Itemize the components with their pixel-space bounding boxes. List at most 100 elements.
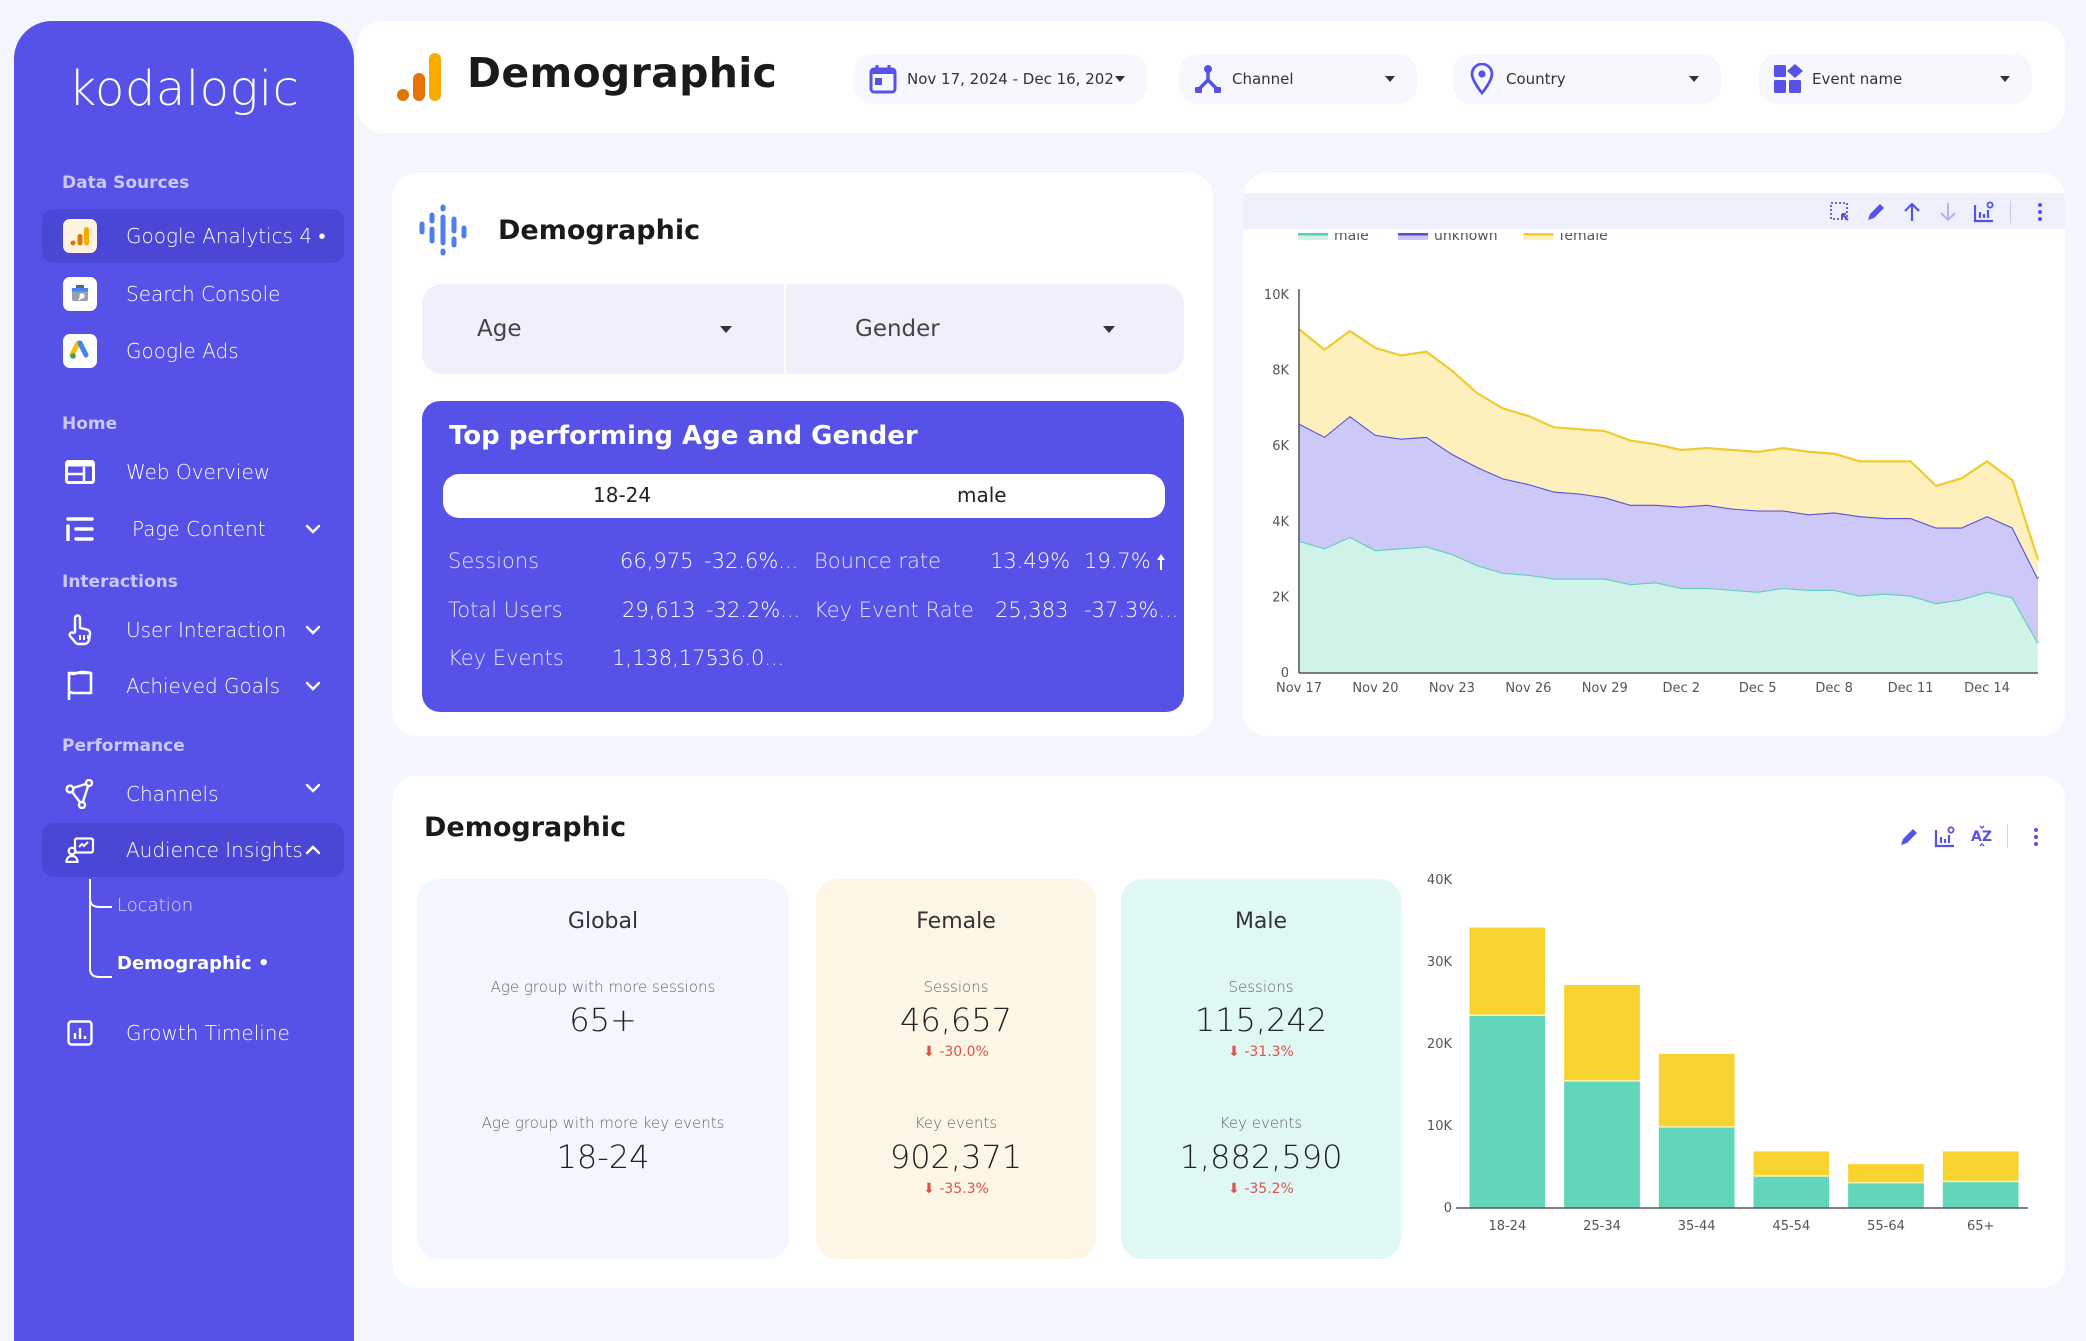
sidebar-item-user-interaction[interactable]: User Interaction	[42, 603, 344, 657]
sidebar-item-achieved-goals[interactable]: Achieved Goals	[42, 659, 344, 713]
chevron-up-icon[interactable]	[302, 839, 324, 861]
podcast-waveform-icon	[419, 204, 467, 256]
sidebar-subitem-location[interactable]: Location	[117, 895, 193, 916]
logo[interactable]: kodalogic	[14, 61, 354, 117]
y-tick-label: 0	[1444, 1201, 1452, 1216]
select-area-icon[interactable]	[1829, 201, 1851, 223]
legend-item-male: male	[1298, 233, 1369, 244]
metric-label: Bounce rate	[814, 549, 942, 573]
age-stacked-bar-chart: 0 10K 20K 30K 40K 18-24 25-34 35-44 45-54 55-64 65…	[1427, 873, 2028, 1234]
legend-label: unknown	[1434, 233, 1498, 244]
female-stats-box: Female Sessions 46,657 ⬇ -30.0% Key even…	[816, 879, 1096, 1259]
bar-female	[1469, 927, 1546, 1016]
chevron-down-icon[interactable]	[302, 777, 324, 799]
metric-value: 25,383	[995, 598, 1069, 622]
bar-male	[1848, 1182, 1924, 1208]
caret-down-icon	[720, 325, 732, 333]
sidebar-item-growth-timeline[interactable]: Growth Timeline	[42, 1006, 344, 1060]
top-performing-panel: Top performing Age and Gender 18-24 male…	[422, 401, 1184, 712]
x-tick-label: Nov 29	[1582, 681, 1628, 696]
male-stats-box: Male Sessions 115,242 ⬇ -31.3% Key event…	[1121, 879, 1401, 1259]
age-dropdown[interactable]: Age	[422, 284, 784, 374]
chevron-down-icon[interactable]	[302, 619, 324, 641]
country-filter-label: Country	[1506, 70, 1566, 88]
caret-down-icon	[1689, 76, 1699, 82]
sidebar-item-web-overview[interactable]: Web Overview	[42, 445, 344, 499]
google-ads-icon	[62, 333, 98, 369]
date-range-filter[interactable]: Nov 17, 2024 - Dec 16, 202	[854, 54, 1147, 104]
more-vertical-icon[interactable]	[2029, 201, 2051, 223]
demographic-breakdown-card: Demographic AZ Global Age group with mor…	[392, 776, 2065, 1288]
metric-label: Sessions	[448, 549, 540, 573]
chevron-down-icon[interactable]	[302, 675, 324, 697]
sidebar-item-label: Page Content	[132, 517, 266, 541]
section-label-home: Home	[62, 414, 118, 434]
sessions-trend-card: male unknown female 0 2K 4K 6K 8K 10K Nov 17 Nov 2…	[1243, 173, 2065, 736]
gender-dropdown-label: Gender	[855, 316, 940, 342]
delta-value: -35.3%	[939, 1181, 989, 1197]
channel-filter[interactable]: Channel	[1179, 54, 1417, 104]
y-tick-label: 2K	[1272, 590, 1289, 605]
legend-item-unknown: unknown	[1398, 233, 1498, 244]
arrow-down-icon: ⬇	[1228, 1044, 1245, 1060]
sidebar-item-label: Google Analytics 4 •	[126, 223, 326, 248]
sidebar-item-channels[interactable]: Channels	[42, 767, 344, 821]
sort-az-icon[interactable]: AZ	[1970, 824, 1994, 848]
header: Demographic Nov 17, 2024 - Dec 16, 202 C…	[357, 21, 2065, 133]
sessions-age-value: 65+	[569, 1001, 637, 1039]
chart-settings-icon[interactable]	[1973, 201, 1995, 223]
y-tick-label: 0	[1281, 666, 1289, 681]
delta-value: -30.0%	[939, 1044, 989, 1060]
chevron-down-icon[interactable]	[302, 518, 324, 540]
channel-icon	[1191, 62, 1225, 96]
y-tick-label: 10K	[1264, 288, 1290, 303]
legend-label: female	[1560, 233, 1608, 244]
chart-toolbar	[1243, 193, 2065, 229]
share-nodes-icon	[62, 776, 98, 812]
metric-label: Key Events	[448, 646, 564, 670]
pencil-icon[interactable]	[1865, 201, 1887, 223]
sort-ascending-icon[interactable]	[1901, 201, 1923, 223]
metric-delta: 19.7%	[1084, 549, 1151, 573]
bar-male	[1564, 1080, 1640, 1208]
y-tick-label: 6K	[1272, 439, 1289, 454]
country-filter[interactable]: Country	[1453, 54, 1721, 104]
sidebar-item-page-content[interactable]: Page Content	[42, 502, 344, 556]
event-name-filter[interactable]: Event name	[1759, 54, 2032, 104]
key-events-value: 1,882,590	[1179, 1138, 1343, 1176]
key-events-value: 902,371	[889, 1138, 1023, 1176]
dimension-selector: Age Gender	[422, 284, 1184, 374]
caret-down-icon	[2000, 76, 2010, 82]
global-title: Global	[567, 909, 639, 934]
x-tick-label: 45-54	[1772, 1219, 1810, 1234]
sort-descending-icon[interactable]	[1937, 201, 1959, 223]
sessions-delta: ⬇ -31.3%	[1121, 1044, 1401, 1060]
event-name-filter-label: Event name	[1812, 70, 1903, 88]
x-tick-label: 35-44	[1678, 1219, 1716, 1234]
stacked-area-chart: male unknown female 0 2K 4K 6K 8K 10K Nov 17 Nov 2…	[1264, 233, 2040, 696]
sidebar-item-label: Channels	[126, 782, 219, 806]
bar-chart-icon	[62, 1015, 98, 1051]
more-vertical-icon[interactable]	[2025, 826, 2047, 848]
top-gender-value: male	[957, 483, 1007, 507]
sidebar-subitem-demographic[interactable]: Demographic •	[117, 953, 270, 974]
sidebar-item-google-analytics-4[interactable]: Google Analytics 4 •	[42, 209, 344, 263]
arrow-down-icon: ⬇	[1228, 1181, 1245, 1197]
sidebar-item-search-console[interactable]: Search Console	[42, 267, 344, 321]
x-tick-label: Dec 14	[1964, 681, 2010, 696]
x-tick-label: 55-64	[1867, 1219, 1905, 1234]
sidebar-item-label: User Interaction	[126, 618, 287, 642]
pencil-icon[interactable]	[1898, 826, 1920, 848]
metric-delta: -37.3%...	[1084, 598, 1179, 622]
chart-settings-icon[interactable]	[1934, 826, 1956, 848]
list-icon	[62, 511, 98, 547]
key-events-label: Key events	[1219, 1114, 1303, 1132]
metric-value: 1,138,175	[612, 646, 719, 670]
sessions-label: Sessions	[1228, 978, 1294, 996]
metric-label: Total Users	[448, 598, 563, 622]
delta-value: -35.2%	[1244, 1181, 1294, 1197]
sidebar-item-google-ads[interactable]: Google Ads	[42, 324, 344, 378]
gender-dropdown[interactable]: Gender	[786, 284, 1184, 374]
sidebar-item-audience-insights[interactable]: Audience Insights	[42, 823, 344, 877]
sessions-value: 115,242	[1194, 1001, 1328, 1039]
